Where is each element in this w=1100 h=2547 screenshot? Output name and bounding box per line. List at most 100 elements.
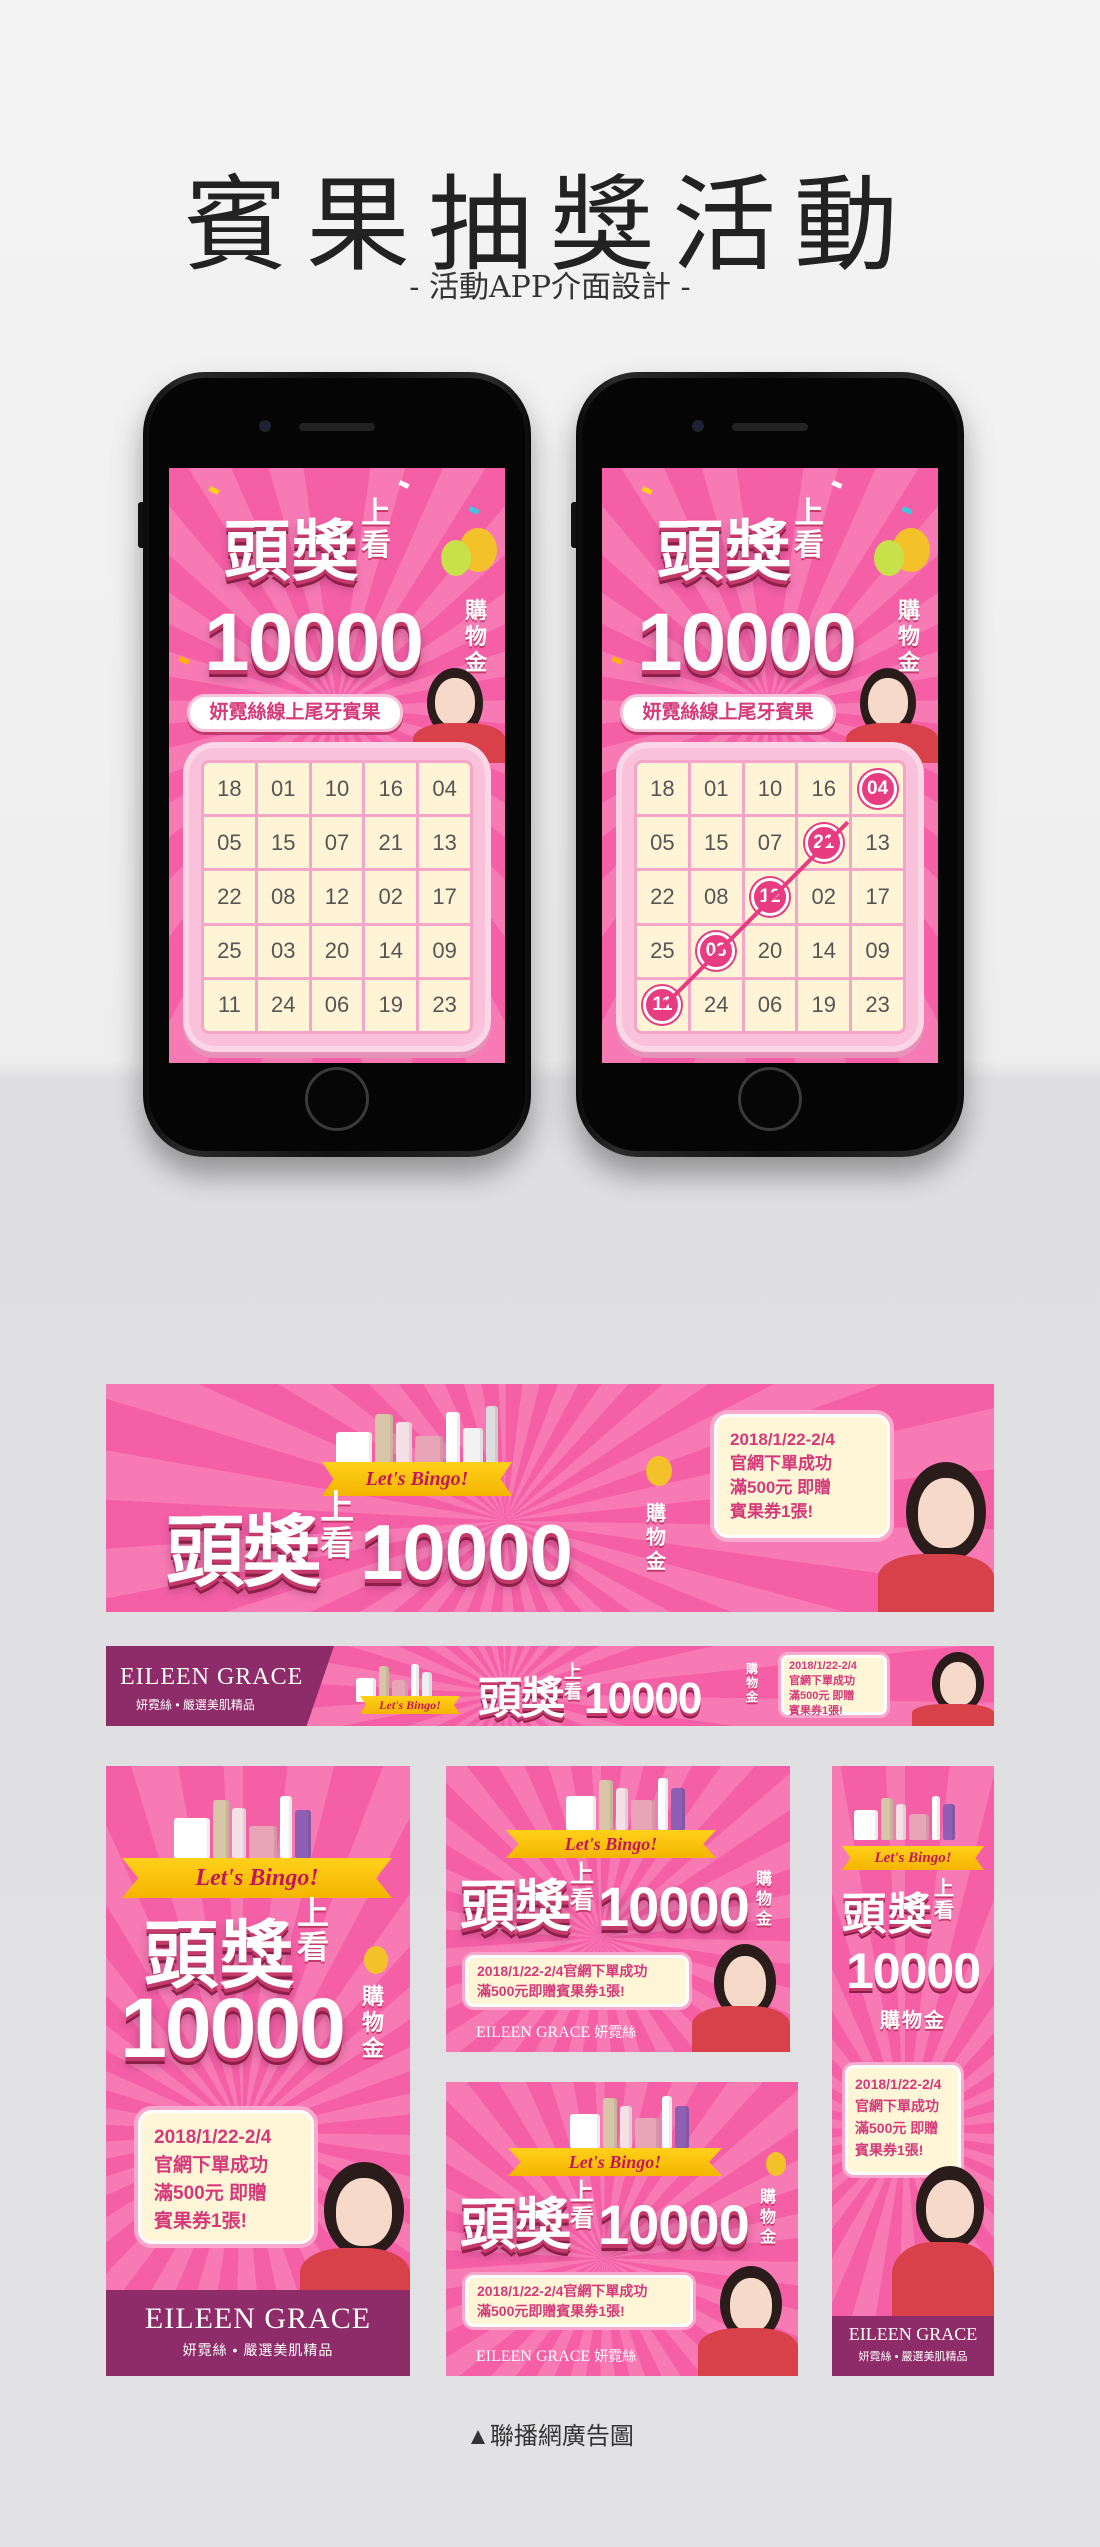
bingo-cell[interactable]: 05 [204,817,255,869]
bingo-cell[interactable]: 13 [419,817,470,869]
bingo-cell[interactable]: 19 [798,979,850,1031]
tagline-pill: 妍霓絲線上尾牙賓果 [187,694,403,732]
amount-unit: 購物金 [756,1871,773,1928]
bingo-cell[interactable]: 25 [637,925,688,977]
banner-skyscraper[interactable]: Let's Bingo! 頭獎上看 10000 購物金 2018/1/22-2/… [832,1766,994,2376]
balloon-icon [646,1456,672,1486]
headline-prize: 頭獎上看 [224,497,393,589]
home-button[interactable] [738,1067,802,1131]
banner-large-rectangle[interactable]: Let's Bingo! 頭獎上看 10000 購物金 2018/1/22-2/… [106,1766,410,2376]
bingo-cell[interactable]: 24 [690,979,742,1031]
headline-prize: 頭獎上看 [842,1878,956,1939]
bingo-cell[interactable]: 15 [690,817,742,869]
section-caption: ▲聯播網廣告圖 [466,2423,634,2450]
app-screen-right: 頭獎上看 10000 購物金 妍霓絲線上尾牙賓果 18 01 10 16 04 05 15 0… [602,468,938,1063]
bingo-cell[interactable]: 17 [419,871,470,923]
amount-unit: 購物金 [880,2010,946,2032]
brand-subtitle: 妍霓絲 • 嚴選美肌精品 [136,1698,255,1712]
bingo-cell[interactable]: 20 [311,925,363,977]
headline-prize: 頭獎上看10000 [478,1662,702,1723]
offer-note: 2018/1/22-2/4官網下單成功 滿500元即贈賓果券1張! [462,2272,696,2330]
amount-unit: 購物金 [465,598,488,675]
banner-leaderboard[interactable]: Let's Bingo! 頭獎上看10000 購物金 2018/1/22-2/4… [106,1384,994,1612]
bingo-cell[interactable]: 13 [852,817,903,869]
bingo-cell[interactable]: 25 [204,925,255,977]
bingo-cell[interactable]: 06 [744,979,796,1031]
brand-name: EILEEN GRACE [120,1664,304,1690]
bingo-cell[interactable]: 02 [798,871,850,923]
bingo-cell[interactable]: 12 [311,871,363,923]
bingo-cell[interactable]: 22 [637,871,688,923]
bingo-cell[interactable]: 24 [257,979,309,1031]
bingo-cell[interactable]: 16 [798,763,850,815]
bingo-cell[interactable]: 23 [852,979,903,1031]
bingo-cell[interactable]: 02 [365,871,417,923]
bingo-cell[interactable]: 23 [419,979,470,1031]
offer-note: 2018/1/22-2/4 官網下單成功 滿500元 即贈 賓果券1張! [778,1652,890,1718]
bingo-cell[interactable]: 04 [852,763,903,815]
headline-amount: 10000 [120,1981,346,2075]
balloon-icon [766,2152,786,2176]
bingo-cell[interactable]: 21 [365,817,417,869]
offer-note: 2018/1/22-2/4 官網下單成功 滿500元 即贈 賓果券1張! [134,2106,318,2248]
banner-rectangle-2[interactable]: Let's Bingo! 頭獎上看10000 購物金 2018/1/22-2/4… [446,2082,798,2376]
bingo-cell[interactable]: 16 [365,763,417,815]
bingo-cell[interactable]: 10 [311,763,363,815]
bingo-cell[interactable]: 03 [257,925,309,977]
headline-prize: 頭獎上看 [657,497,826,589]
home-button[interactable] [305,1067,369,1131]
product-bottles [566,1778,685,1830]
bingo-cell[interactable]: 14 [365,925,417,977]
brand-footer: EILEEN GRACE 妍霓絲 [476,2348,637,2365]
bingo-cell[interactable]: 06 [311,979,363,1031]
lets-bingo-ribbon: Let's Bingo! [506,1830,716,1858]
brand-bar: EILEEN GRACE 妍霓絲 • 嚴選美肌精品 [106,2290,410,2376]
offer-note: 2018/1/22-2/4 官網下單成功 滿500元 即贈 賓果券1張! [710,1410,894,1542]
offer-note: 2018/1/22-2/4官網下單成功 滿500元即贈賓果券1張! [462,1952,692,2010]
banner-rectangle-1[interactable]: Let's Bingo! 頭獎上看10000 購物金 2018/1/22-2/4… [446,1766,790,2052]
bingo-cell[interactable]: 08 [257,871,309,923]
bingo-cell[interactable]: 20 [744,925,796,977]
brand-subtitle: 妍霓絲 • 嚴選美肌精品 [858,2351,968,2363]
bingo-cell[interactable]: 07 [311,817,363,869]
brand-subtitle: 妍霓絲 • 嚴選美肌精品 [182,2342,334,2358]
tagline-pill: 妍霓絲線上尾牙賓果 [620,694,836,732]
speaker-grille [732,423,808,431]
bingo-cell[interactable]: 05 [637,817,688,869]
lets-bingo-ribbon: Let's Bingo! [842,1846,984,1870]
bingo-cell[interactable]: 17 [852,871,903,923]
camera-icon [259,420,271,432]
headline-amount: 10000 [845,1943,981,1999]
bingo-cell[interactable]: 08 [690,871,742,923]
lets-bingo-ribbon: Let's Bingo! [508,2148,722,2176]
speaker-grille [299,423,375,431]
bingo-cell[interactable]: 15 [257,817,309,869]
headline-amount: 10000 [636,597,857,688]
phone-mockup-right: 頭獎上看 10000 購物金 妍霓絲線上尾牙賓果 18 01 10 16 04 05 15 0… [571,372,964,1157]
amount-unit: 購物金 [362,1984,385,2061]
bingo-cell[interactable]: 18 [204,763,255,815]
bingo-cell[interactable]: 18 [637,763,688,815]
product-bottles [854,1796,955,1840]
bingo-cell[interactable]: 19 [365,979,417,1031]
bingo-cell[interactable]: 14 [798,925,850,977]
bingo-cell[interactable]: 22 [204,871,255,923]
bingo-cell[interactable]: 01 [690,763,742,815]
camera-icon [692,420,704,432]
lets-bingo-ribbon: Let's Bingo! [360,1696,460,1714]
bingo-cell[interactable]: 11 [204,979,255,1031]
amount-unit: 購物金 [746,1662,759,1704]
amount-unit: 購物金 [898,598,921,675]
brand-name: EILEEN GRACE [848,2324,978,2344]
brand-footer: EILEEN GRACE 妍霓絲 [476,2024,637,2041]
bingo-cell[interactable]: 09 [419,925,470,977]
bingo-cell[interactable]: 09 [852,925,903,977]
bingo-cell[interactable]: 07 [744,817,796,869]
headline-prize: 頭獎上看10000 [460,1861,750,1939]
bingo-cell[interactable]: 04 [419,763,470,815]
bingo-cell[interactable]: 01 [257,763,309,815]
bingo-board-left: 18 01 10 16 04 05 15 07 21 13 22 08 12 02 17 25 03 20 14 09… [189,748,485,1046]
bingo-cell[interactable]: 10 [744,763,796,815]
banner-strip[interactable]: EILEEN GRACE 妍霓絲 • 嚴選美肌精品 Let's Bingo! 頭… [106,1646,994,1726]
headline-amount: 10000 [203,597,424,688]
